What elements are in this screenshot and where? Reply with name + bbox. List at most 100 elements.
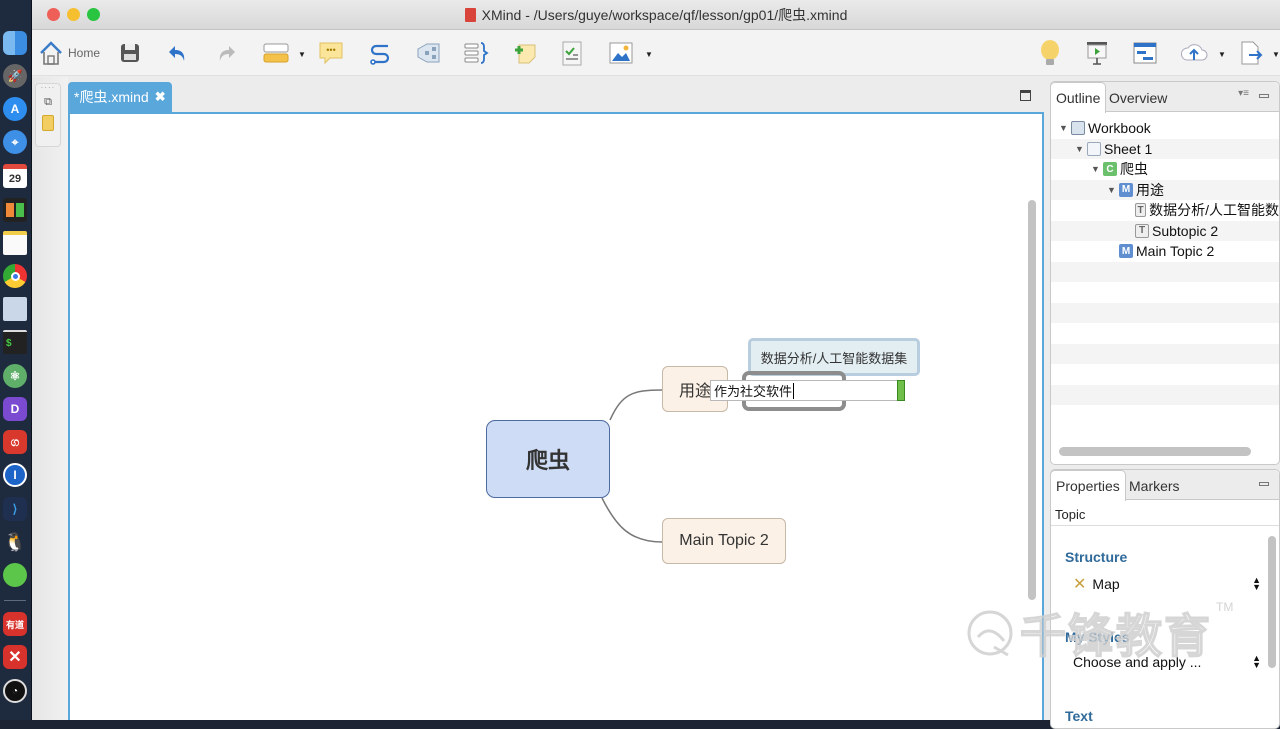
tree-item-central-topic[interactable]: ▼ C 爬虫 xyxy=(1051,159,1279,180)
launchpad-icon[interactable]: 🚀 xyxy=(3,64,27,88)
styles-select[interactable]: Choose and apply ... ▲ ▼ xyxy=(1073,653,1261,671)
tab-properties[interactable]: Properties xyxy=(1050,470,1126,501)
topic-dropdown-arrow[interactable]: ▼ xyxy=(298,50,306,59)
empty-row xyxy=(1051,302,1279,323)
youdao-icon[interactable]: 有道 xyxy=(3,612,27,636)
restore-panel-icon[interactable]: ⧉ xyxy=(36,96,60,109)
canvas-vertical-scrollbar[interactable] xyxy=(1028,200,1036,600)
insert-topic-button[interactable] xyxy=(260,39,292,67)
select-updown-icon: ▲ ▼ xyxy=(1252,653,1261,670)
expand-arrow-icon[interactable]: ▼ xyxy=(1075,144,1087,154)
relationship-button[interactable] xyxy=(367,39,393,67)
safari-icon[interactable]: ⌖ xyxy=(3,130,27,154)
export-icon xyxy=(1241,41,1263,65)
dash-icon[interactable]: D xyxy=(3,397,27,421)
task-button[interactable] xyxy=(560,39,584,67)
chrome-icon[interactable] xyxy=(3,264,27,288)
tree-item-main-topic-2[interactable]: M Main Topic 2 xyxy=(1051,241,1279,262)
tree-item-main-topic-usage[interactable]: ▼ M 用途 xyxy=(1051,179,1279,200)
close-window-button[interactable] xyxy=(47,8,60,21)
undo-button[interactable] xyxy=(166,39,190,67)
note-button[interactable] xyxy=(512,39,538,67)
tree-item-sheet[interactable]: ▼ Sheet 1 xyxy=(1051,138,1279,159)
structure-select[interactable]: ✕ Map ▲ ▼ xyxy=(1073,574,1261,594)
terminal-icon[interactable]: $ xyxy=(3,330,27,354)
mission-control-icon[interactable] xyxy=(3,198,27,222)
export-button[interactable] xyxy=(1238,39,1264,67)
view-menu-icon[interactable]: ▾≡ xyxy=(1238,88,1249,99)
presentation-button[interactable] xyxy=(1084,39,1110,67)
save-button[interactable] xyxy=(118,39,142,67)
minimize-panel-icon[interactable] xyxy=(1259,94,1269,98)
app-store-icon[interactable]: A xyxy=(3,97,27,121)
atom-icon[interactable]: ⚛ xyxy=(3,364,27,388)
styles-value: Choose and apply ... xyxy=(1073,654,1202,670)
properties-vertical-scrollbar[interactable] xyxy=(1268,536,1276,668)
boundary-icon xyxy=(417,43,440,63)
central-topic[interactable]: 爬虫 xyxy=(486,420,610,498)
redo-button[interactable] xyxy=(214,39,238,67)
mindmap-canvas[interactable]: 爬虫 用途 Main Topic 2 数据分析/人工智能数据集 作为社交软件 xyxy=(68,112,1044,720)
properties-panel: Properties Markers Topic Structure ✕ Map… xyxy=(1050,469,1280,729)
qq-icon[interactable]: 🐧 xyxy=(3,530,27,554)
tree-item-subtopic-data[interactable]: T 数据分析/人工智能数 xyxy=(1051,200,1279,221)
obs-icon[interactable]: ◔ xyxy=(3,679,27,703)
editor-tab-file[interactable]: *爬虫.xmind ✖ xyxy=(68,82,172,112)
summary-button[interactable] xyxy=(462,39,490,67)
empty-row xyxy=(1051,405,1279,426)
central-topic-icon: C xyxy=(1103,162,1117,177)
gantt-view-button[interactable] xyxy=(1132,39,1158,67)
drag-handle[interactable]: ···· xyxy=(36,84,60,92)
edit-box-resize-handle[interactable] xyxy=(897,380,905,401)
expand-arrow-icon[interactable]: ▼ xyxy=(1107,185,1119,195)
tree-item-subtopic-2[interactable]: T Subtopic 2 xyxy=(1051,220,1279,241)
topic-edit-text: 作为社交软件 xyxy=(714,384,793,399)
outline-horizontal-scrollbar[interactable] xyxy=(1059,447,1251,456)
preview-icon[interactable] xyxy=(3,297,27,321)
notes-icon[interactable] xyxy=(3,231,27,255)
expand-arrow-icon[interactable]: ▼ xyxy=(1091,164,1103,174)
notes-panel-icon[interactable] xyxy=(42,115,54,131)
empty-row xyxy=(1051,343,1279,364)
minimize-window-button[interactable] xyxy=(67,8,80,21)
sheet-icon xyxy=(1087,141,1101,156)
maximize-editor-button[interactable] xyxy=(1020,90,1031,101)
empty-row xyxy=(1051,282,1279,303)
image-dropdown-arrow[interactable]: ▼ xyxy=(645,50,653,59)
wechat-icon[interactable] xyxy=(3,563,27,587)
1password-icon[interactable]: I xyxy=(3,463,27,487)
tab-markers[interactable]: Markers xyxy=(1124,470,1185,501)
editor-tab-label: *爬虫.xmind xyxy=(74,89,149,105)
export-dropdown-arrow[interactable]: ▼ xyxy=(1272,50,1280,59)
brainstorm-button[interactable] xyxy=(1038,39,1062,67)
window-title: XMind - /Users/guye/workspace/qf/lesson/… xyxy=(464,5,847,25)
vscode-icon[interactable]: ⟩ xyxy=(3,497,27,521)
netease-music-icon[interactable]: ග xyxy=(3,430,27,454)
connector-central-to-main2 xyxy=(601,497,663,543)
outline-tabs: Outline Overview ▾≡ xyxy=(1050,82,1279,113)
main-topic-2[interactable]: Main Topic 2 xyxy=(662,518,786,564)
empty-row xyxy=(1051,261,1279,282)
minimize-panel-icon[interactable] xyxy=(1259,482,1269,486)
finder-icon[interactable] xyxy=(3,31,27,55)
dock-separator xyxy=(4,600,26,601)
calendar-icon[interactable]: 29 xyxy=(3,164,27,188)
callout-button[interactable]: ••• xyxy=(317,39,345,67)
share-dropdown-arrow[interactable]: ▼ xyxy=(1218,50,1226,59)
tab-overview[interactable]: Overview xyxy=(1104,82,1172,113)
topic-edit-input[interactable]: 作为社交软件 xyxy=(710,380,898,401)
tab-outline[interactable]: Outline xyxy=(1050,82,1107,113)
macos-dock: 🚀 A ⌖ 29 $ ⚛ D ග I ⟩ 🐧 有道 ✕ ◔ xyxy=(0,0,32,720)
share-button[interactable] xyxy=(1180,39,1208,67)
xmind-icon[interactable]: ✕ xyxy=(3,645,27,669)
image-button[interactable] xyxy=(608,39,634,67)
home-button[interactable]: Home xyxy=(38,39,100,67)
boundary-button[interactable] xyxy=(414,39,442,67)
expand-arrow-icon[interactable]: ▼ xyxy=(1059,123,1071,133)
close-tab-icon[interactable]: ✖ xyxy=(155,89,166,105)
xmind-window: XMind - /Users/guye/workspace/qf/lesson/… xyxy=(32,0,1280,729)
summary-icon xyxy=(464,42,489,64)
tree-item-workbook[interactable]: ▼ Workbook xyxy=(1051,118,1279,139)
connector-central-to-main1 xyxy=(609,389,663,421)
zoom-window-button[interactable] xyxy=(87,8,100,21)
